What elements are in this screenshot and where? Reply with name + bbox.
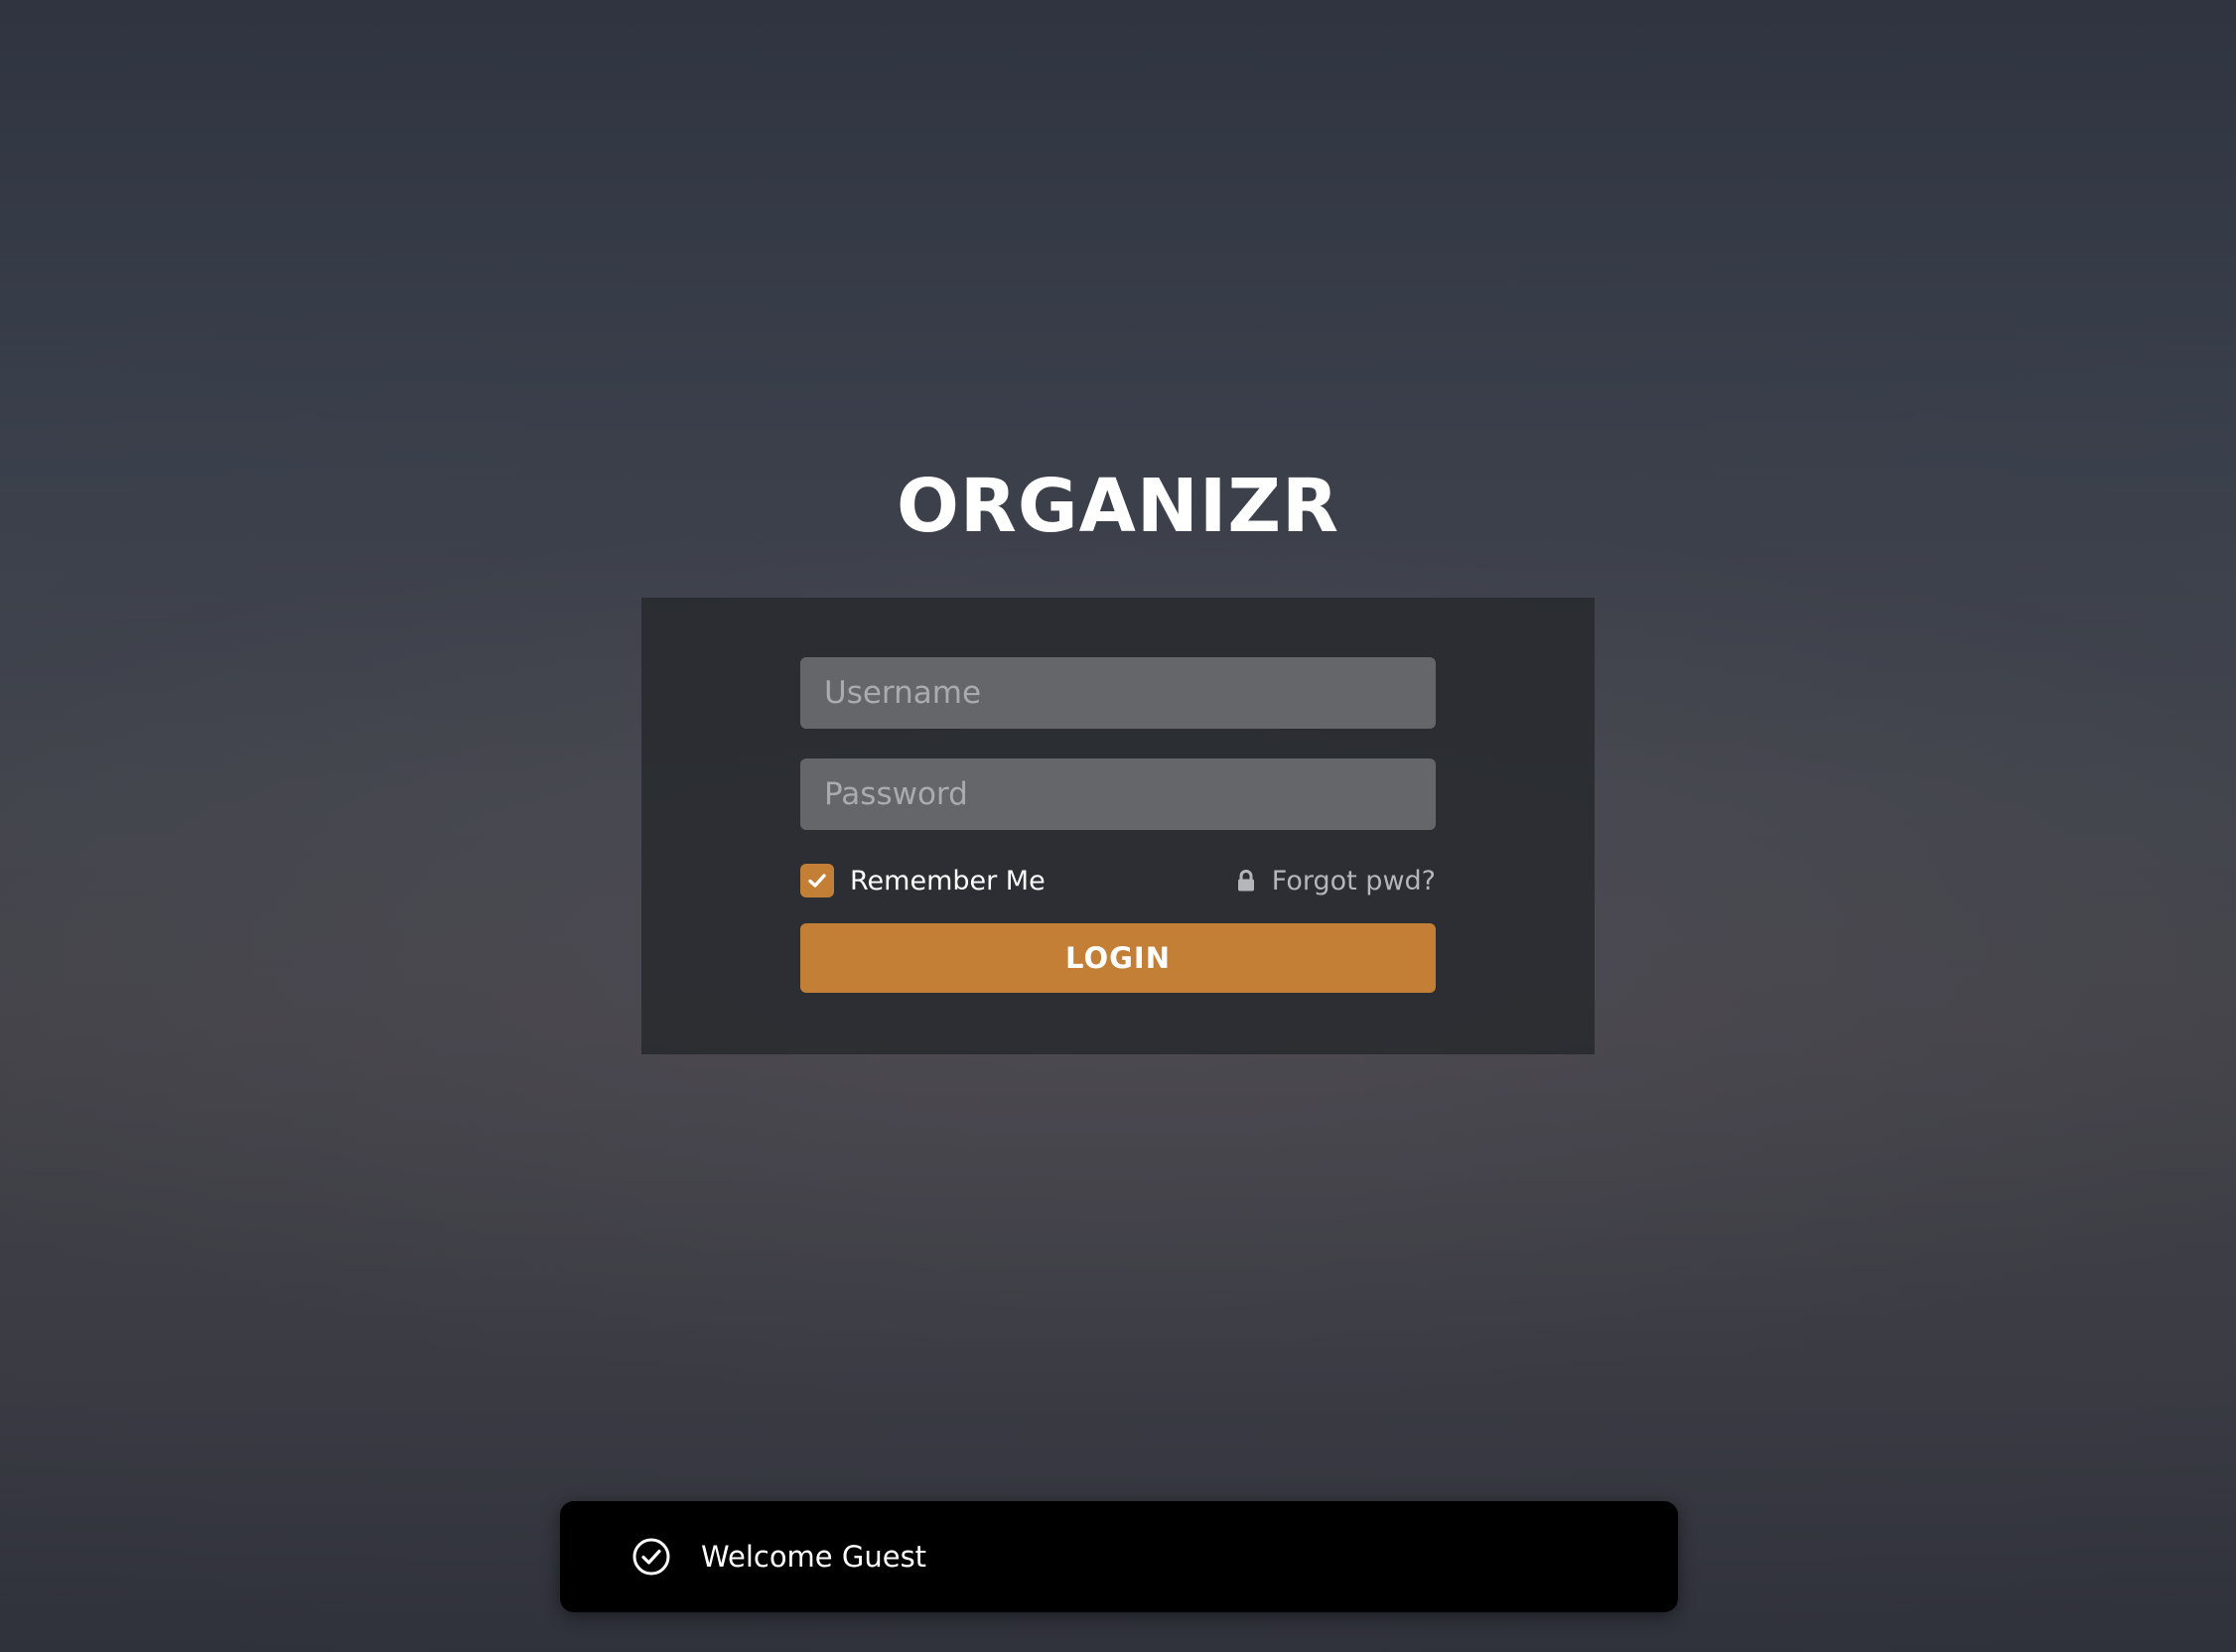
toast-notification: Welcome Guest [560,1501,1678,1612]
forgot-password-label: Forgot pwd? [1271,865,1436,896]
username-input[interactable] [800,657,1436,729]
lock-icon [1236,868,1256,894]
login-options-row: Remember Me Forgot pwd? [800,858,1436,903]
login-panel: Remember Me Forgot pwd? LOGIN [641,598,1595,1054]
toast-message: Welcome Guest [701,1540,927,1574]
remember-me-label: Remember Me [850,865,1046,896]
brand-title: ORGANIZR [896,464,1339,549]
remember-me-checkbox[interactable] [800,864,834,897]
login-button[interactable]: LOGIN [800,923,1436,993]
checkmark-icon [808,874,826,888]
check-circle-icon [631,1537,671,1577]
forgot-password-link[interactable]: Forgot pwd? [1236,858,1436,903]
remember-me-toggle[interactable]: Remember Me [800,858,1046,903]
password-input[interactable] [800,758,1436,830]
